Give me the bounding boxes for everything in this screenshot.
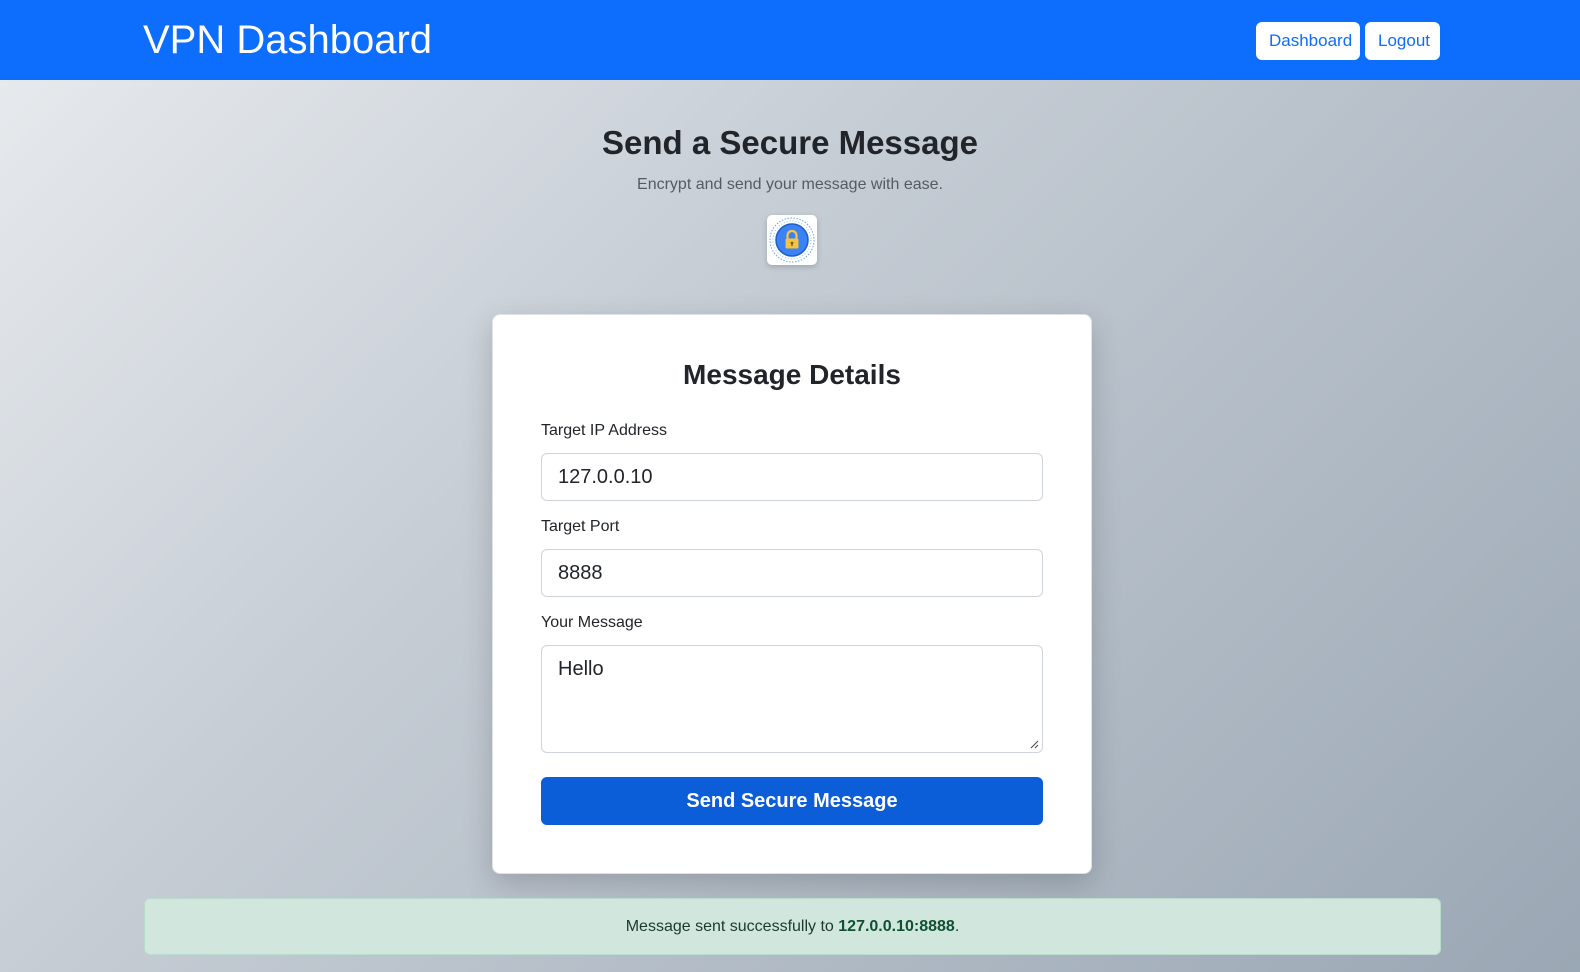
ip-input[interactable]: 127.0.0.10: [541, 453, 1043, 501]
alert-prefix: Message sent successfully to: [625, 918, 839, 935]
success-alert: Message sent successfully to 127.0.0.10:…: [144, 898, 1441, 955]
message-label: Your Message: [541, 614, 643, 631]
brand-title[interactable]: VPN Dashboard: [143, 16, 432, 64]
send-message-button[interactable]: Send Secure Message: [541, 777, 1043, 825]
message-textarea[interactable]: Hello: [541, 645, 1043, 753]
alert-suffix: .: [954, 918, 960, 935]
message-card: Message Details Target IP Address 127.0.…: [492, 314, 1092, 874]
alert-target: 127.0.0.10:8888: [838, 918, 955, 935]
page-subtitle: Encrypt and send your message with ease.: [637, 176, 943, 193]
dashboard-button[interactable]: Dashboard: [1256, 22, 1360, 60]
card-title: Message Details: [683, 359, 901, 390]
logout-button[interactable]: Logout: [1365, 22, 1440, 60]
port-label: Target Port: [541, 518, 620, 535]
message-text: Hello: [558, 658, 604, 680]
page-title: Send a Secure Message: [601, 124, 979, 161]
padlock-icon: [767, 215, 817, 265]
top-navbar: VPN Dashboard Dashboard Logout: [0, 0, 1580, 80]
port-input[interactable]: 8888: [541, 549, 1043, 597]
ip-label: Target IP Address: [541, 422, 667, 439]
resize-handle-icon[interactable]: [1029, 739, 1039, 749]
